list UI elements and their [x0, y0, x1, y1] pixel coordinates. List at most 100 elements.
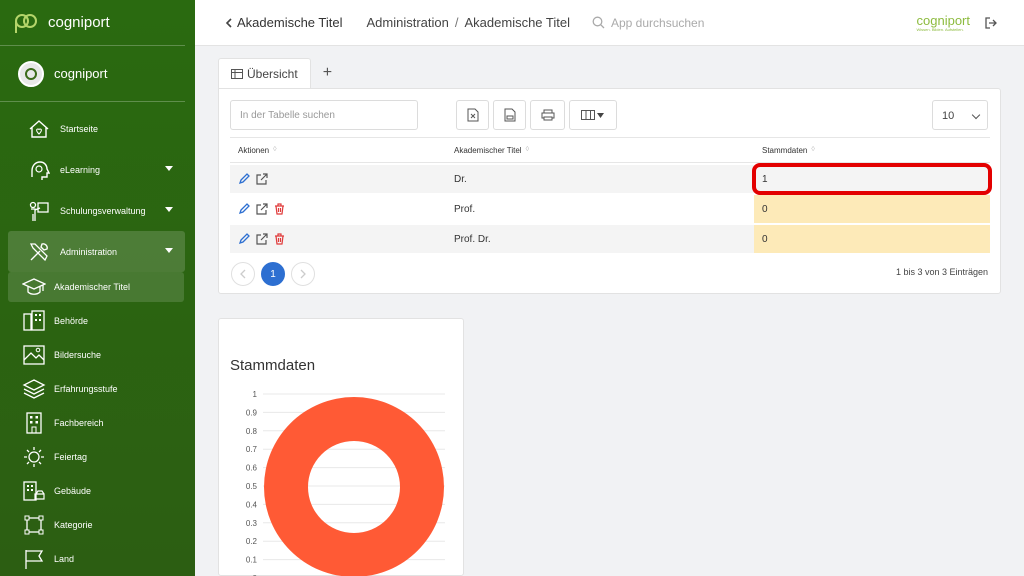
sidebar-item-label: Feiertag: [54, 452, 88, 462]
user-profile[interactable]: cogniport: [0, 46, 185, 102]
chevron-right-icon: [300, 269, 306, 279]
chevron-left-icon: [240, 269, 246, 279]
delete-trash-icon[interactable]: [274, 233, 285, 245]
sidebar-item-feiertag[interactable]: Feiertag: [8, 442, 184, 472]
office-building-icon: [22, 412, 46, 434]
sidebar-item-label: Kategorie: [54, 520, 93, 530]
sun-icon: [22, 446, 46, 468]
open-external-icon[interactable]: [256, 233, 268, 245]
logo-text: cogniport: [916, 13, 970, 28]
table-row: Prof. Dr. 0: [230, 225, 990, 253]
edit-pencil-icon[interactable]: [238, 203, 250, 215]
app-search[interactable]: App durchsuchen: [592, 16, 704, 30]
page-button-current[interactable]: 1: [261, 262, 285, 286]
export-pdf-button[interactable]: [493, 100, 526, 130]
row-actions: [230, 165, 446, 193]
chevron-down-icon: [971, 110, 981, 120]
pagination: 1: [231, 262, 315, 286]
sidebar-item-fachbereich[interactable]: Fachbereich: [8, 408, 184, 438]
topbar: Akademische Titel Administration / Akademi…: [195, 0, 1024, 46]
breadcrumb-separator: /: [454, 15, 459, 30]
edit-pencil-icon[interactable]: [238, 173, 250, 185]
chart-card: Stammdaten 10.90.80.70.60.50.40.30.20.10: [218, 318, 464, 576]
breadcrumb-item[interactable]: Administration: [367, 15, 449, 30]
brand[interactable]: cogniport: [0, 0, 185, 46]
sidebar-item-land[interactable]: Land: [8, 544, 184, 574]
sidebar-item-startseite[interactable]: Startseite: [8, 108, 185, 149]
chart-tick-label: 0.4: [246, 500, 258, 509]
chart-tick-label: 0.9: [246, 408, 258, 417]
sidebar-item-gebaeude[interactable]: Gebäude: [8, 476, 184, 506]
tab-uebersicht[interactable]: Übersicht: [218, 58, 311, 88]
logout-icon[interactable]: [984, 16, 998, 30]
sidebar-item-label: Behörde: [54, 316, 89, 326]
sort-icon: ◊: [273, 146, 277, 154]
sidebar-item-label: Fachbereich: [54, 418, 104, 428]
row-actions: [230, 195, 446, 223]
chevron-down-icon: [165, 207, 173, 212]
head-gear-icon: [28, 159, 50, 181]
sidebar-nav: Startseite eLearning Schulungsverwaltung…: [0, 102, 195, 574]
chart-tick-label: 0.2: [246, 537, 258, 546]
breadcrumb-item: Akademische Titel: [464, 15, 571, 30]
cogniport-logo-icon: [15, 13, 37, 33]
layers-icon: [22, 378, 46, 400]
table-row: Dr. 1: [230, 163, 992, 195]
column-header-titel[interactable]: Akademischer Titel ◊: [446, 137, 754, 163]
sidebar-item-administration[interactable]: Administration: [8, 231, 185, 272]
search-input[interactable]: App durchsuchen: [611, 16, 704, 30]
open-external-icon[interactable]: [256, 173, 268, 185]
cell-stammdaten: 0: [754, 195, 990, 223]
data-table: Aktionen ◊ Akademischer Titel ◊ Stammdaten…: [230, 135, 992, 255]
tab-bar: Übersicht +: [218, 58, 332, 88]
sidebar-item-bildersuche[interactable]: Bildersuche: [8, 340, 184, 370]
page-size-select[interactable]: 10: [932, 100, 988, 130]
chevron-left-icon[interactable]: [223, 17, 235, 29]
sidebar-item-label: eLearning: [60, 164, 101, 175]
sidebar-item-label: Erfahrungsstufe: [54, 384, 118, 394]
sidebar-item-elearning[interactable]: eLearning: [8, 149, 185, 190]
home-icon: [28, 118, 50, 140]
column-header-aktionen[interactable]: Aktionen ◊: [230, 137, 446, 163]
doughnut-chart: 10.90.80.70.60.50.40.30.20.10: [246, 390, 445, 576]
sidebar-item-akademischer-titel[interactable]: Akademischer Titel: [8, 272, 184, 302]
app-name: cogniport: [48, 14, 110, 31]
image-icon: [22, 344, 46, 366]
delete-trash-icon[interactable]: [274, 203, 285, 215]
cell-titel: Prof. Dr.: [446, 225, 754, 253]
breadcrumb: Administration / Akademische Titel: [367, 15, 571, 30]
cell-stammdaten: 0: [754, 225, 990, 253]
table-search-input[interactable]: In der Tabelle suchen: [230, 100, 418, 130]
previous-page-button[interactable]: [231, 262, 255, 286]
tools-icon: [28, 241, 50, 263]
open-external-icon[interactable]: [256, 203, 268, 215]
print-button[interactable]: [530, 100, 565, 130]
column-header-stammdaten[interactable]: Stammdaten ◊: [754, 137, 990, 163]
sidebar-item-kategorie[interactable]: Kategorie: [8, 510, 184, 540]
column-visibility-button[interactable]: [569, 100, 617, 130]
sidebar-item-schulungsverwaltung[interactable]: Schulungsverwaltung: [8, 190, 185, 231]
next-page-button[interactable]: [291, 262, 315, 286]
edit-pencil-icon[interactable]: [238, 233, 250, 245]
export-excel-button[interactable]: [456, 100, 489, 130]
sidebar-item-behoerde[interactable]: Behörde: [8, 306, 184, 336]
table-header-row: Aktionen ◊ Akademischer Titel ◊ Stammdaten…: [230, 137, 990, 163]
sidebar-item-label: Schulungsverwaltung: [60, 205, 146, 216]
building-blocks-icon: [22, 310, 46, 332]
cell-stammdaten: 1: [752, 163, 992, 195]
column-header-label: Aktionen: [238, 145, 270, 155]
table-card: In der Tabelle suchen 10 Aktionen ◊ Akade…: [218, 88, 1001, 294]
printer-icon: [541, 109, 554, 121]
sidebar-item-erfahrungsstufe[interactable]: Erfahrungsstufe: [8, 374, 184, 404]
row-actions: [230, 225, 446, 253]
cell-titel: Dr.: [446, 165, 754, 193]
column-header-label: Stammdaten: [762, 145, 808, 155]
table-info: 1 bis 3 von 3 Einträgen: [895, 267, 988, 277]
page-size-value: 10: [942, 110, 955, 122]
user-name: cogniport: [54, 66, 108, 81]
cell-titel: Prof.: [446, 195, 754, 223]
sidebar-item-label: Bildersuche: [54, 350, 102, 360]
add-tab-button[interactable]: +: [323, 64, 332, 82]
sidebar-item-label: Startseite: [60, 123, 99, 134]
sidebar-item-label: Administration: [60, 246, 118, 257]
